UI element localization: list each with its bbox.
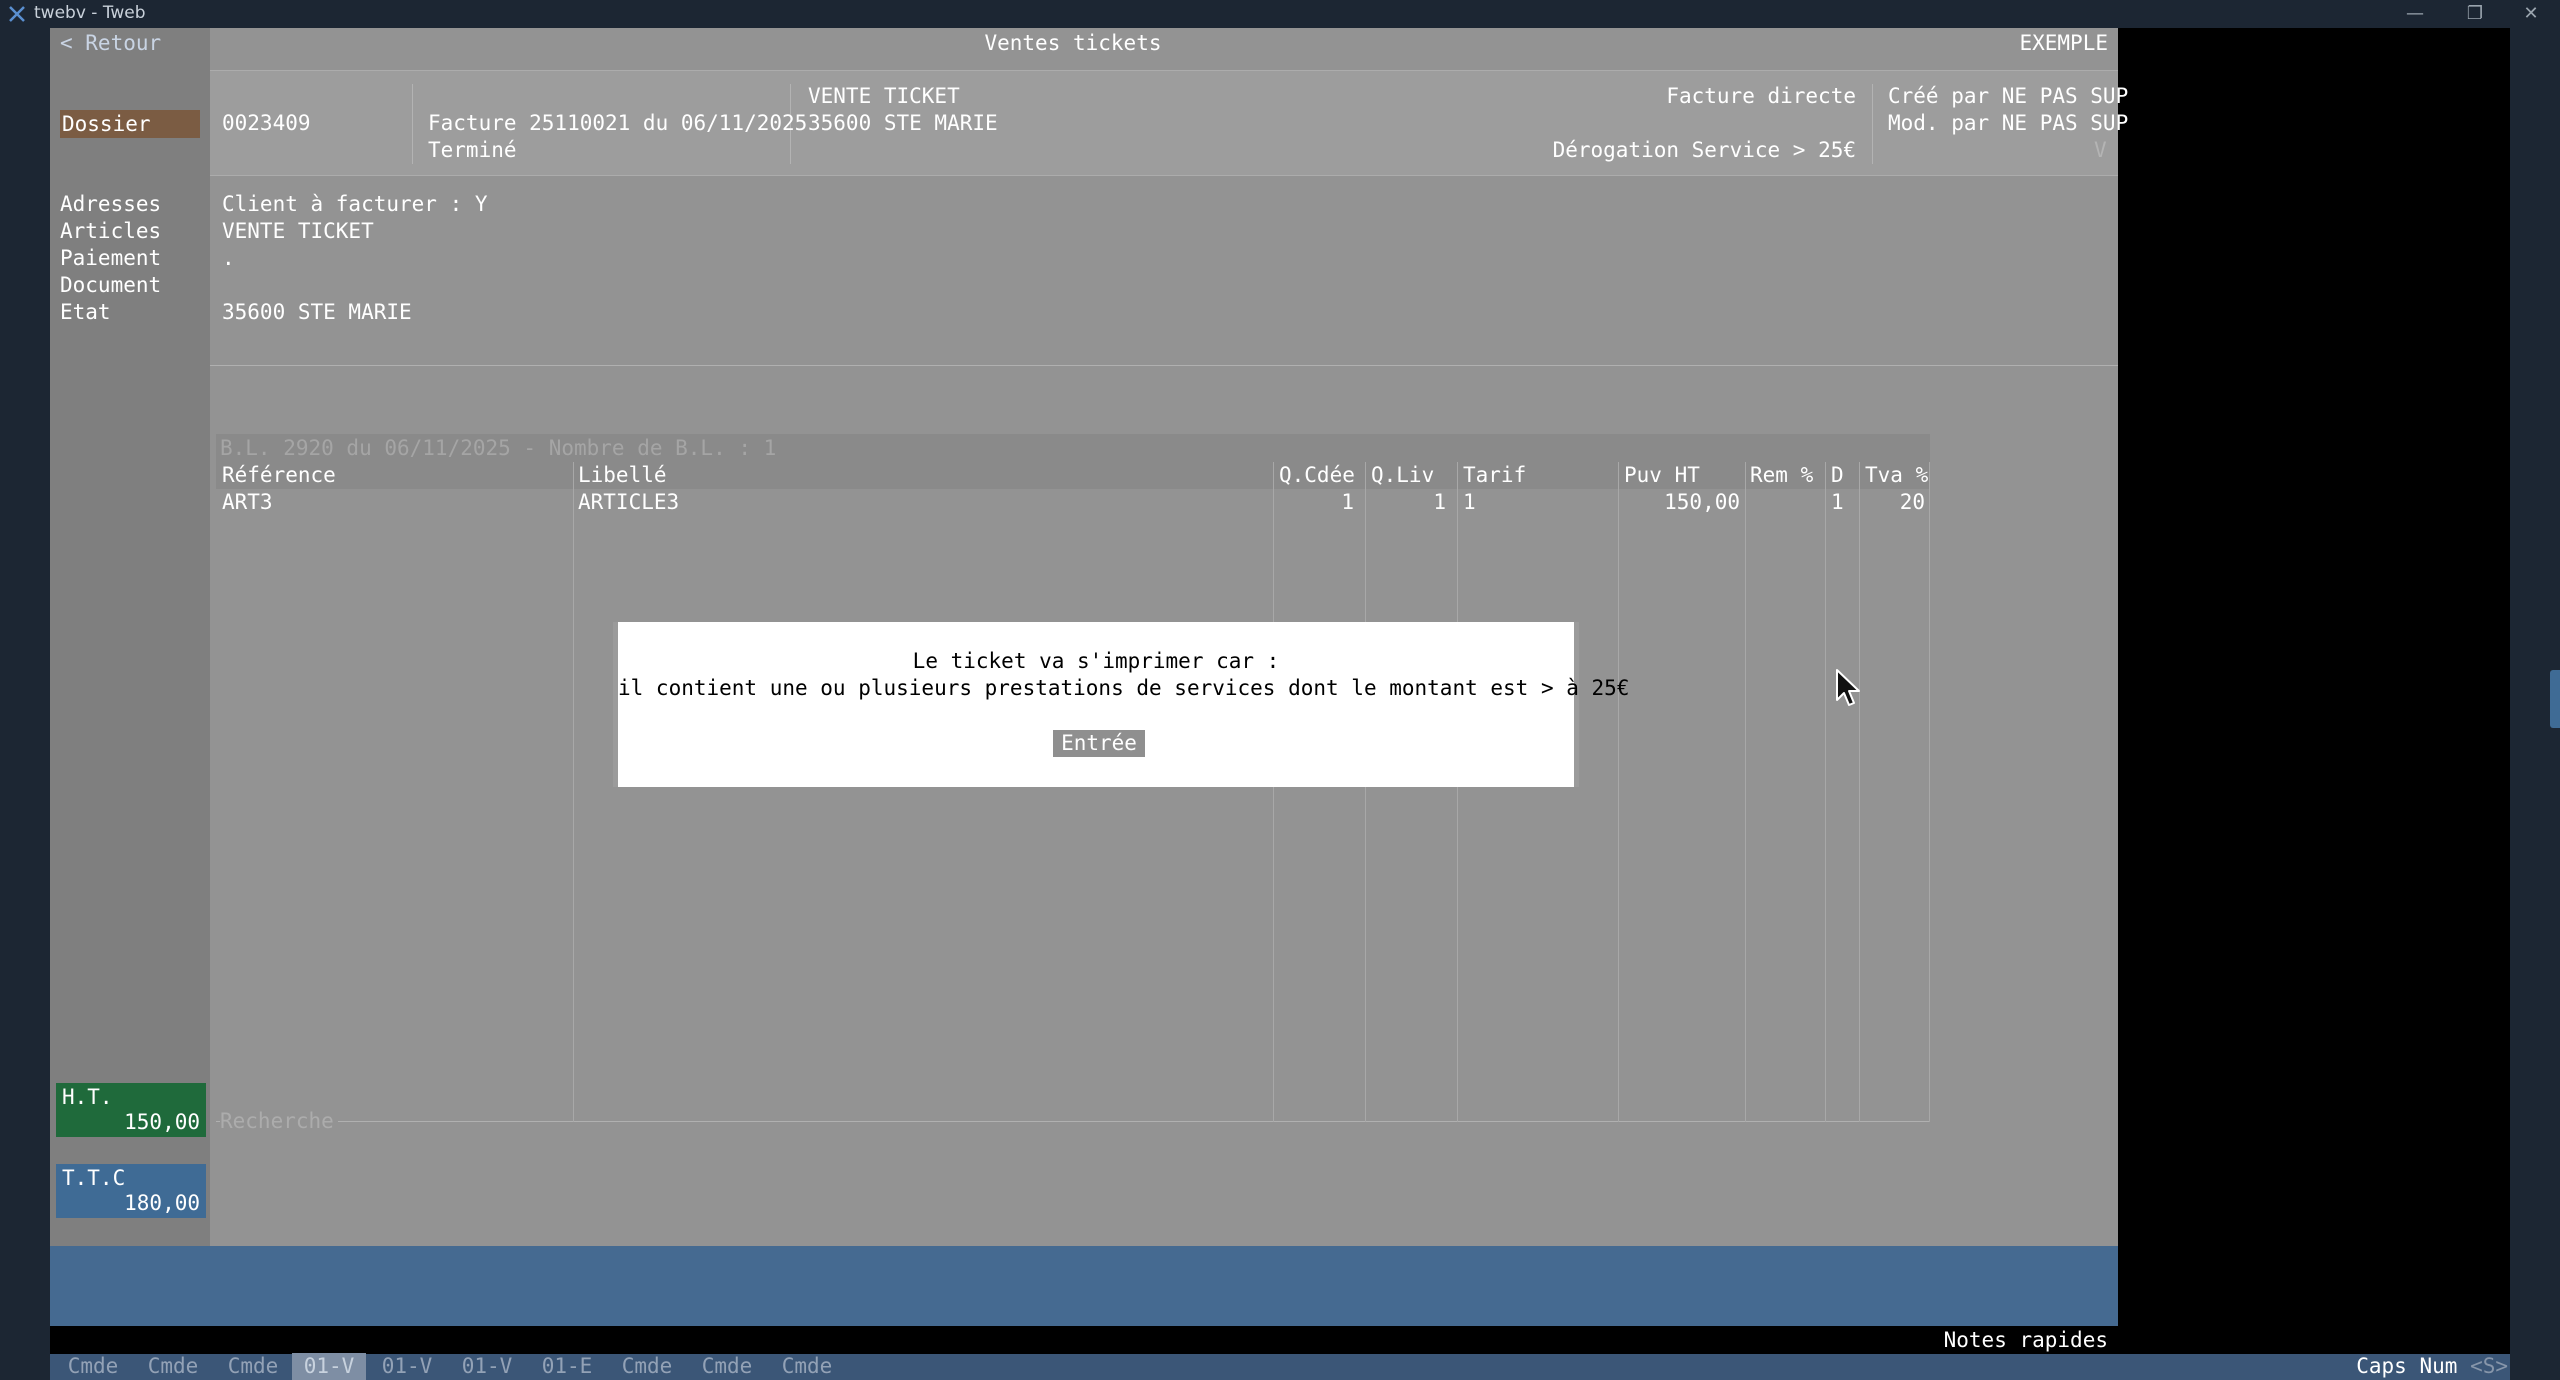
- client-city: 35600 STE MARIE: [808, 111, 998, 135]
- mouse-cursor-icon: [1836, 669, 1860, 706]
- cell-qcdee: 1: [1341, 490, 1354, 514]
- cell-puvht: 150,00: [1664, 490, 1740, 514]
- dossier-status: Terminé: [428, 138, 517, 162]
- page-title: Ventes tickets: [984, 31, 1162, 55]
- cell-tarif: 1: [1463, 490, 1476, 514]
- info-paiement-value: .: [222, 246, 235, 270]
- column-header-qliv[interactable]: Q.Liv: [1371, 462, 1434, 489]
- command-tab[interactable]: Cmde: [770, 1353, 844, 1380]
- cell-rem: [1747, 489, 1821, 516]
- total-ht-value: 150,00: [124, 1110, 200, 1134]
- column-header-puvht[interactable]: Puv HT: [1624, 462, 1700, 489]
- notes-rapides-button[interactable]: Notes rapides: [1930, 1326, 2108, 1354]
- dossier-number: 0023409: [222, 111, 311, 135]
- minimize-button[interactable]: —: [2390, 0, 2440, 28]
- column-divider: [1825, 462, 1826, 1122]
- command-tab[interactable]: Cmde: [216, 1353, 290, 1380]
- nav-etat[interactable]: Etat: [60, 299, 111, 326]
- command-tab[interactable]: Cmde: [610, 1353, 684, 1380]
- column-divider: [1929, 462, 1930, 1122]
- column-divider: [1618, 462, 1619, 1122]
- column-divider: [1365, 462, 1366, 1122]
- command-tab[interactable]: Cmde: [136, 1353, 210, 1380]
- column-header-tva[interactable]: Tva %: [1865, 462, 1928, 489]
- cell-qliv: 1: [1433, 490, 1446, 514]
- close-button[interactable]: ✕: [2506, 0, 2556, 28]
- section-divider: [210, 365, 2118, 366]
- derogation-label: Dérogation Service > 25€: [1552, 138, 1856, 162]
- column-divider: [573, 462, 574, 1122]
- created-by: Créé par NE PAS SUP: [1888, 84, 2129, 108]
- modified-by: Mod. par NE PAS SUP: [1888, 111, 2129, 135]
- window-title: twebv - Tweb: [34, 3, 146, 23]
- search-input[interactable]: Recherche: [220, 1108, 338, 1135]
- maximize-button[interactable]: ❐: [2450, 0, 2500, 28]
- shift-indicator: <S>: [2470, 1354, 2508, 1378]
- column-divider: [1273, 462, 1274, 1122]
- command-tab-active[interactable]: 01-V: [292, 1353, 366, 1380]
- nav-paiement[interactable]: Paiement: [60, 245, 161, 272]
- total-ht-label: H.T.: [62, 1085, 113, 1109]
- column-header-rem[interactable]: Rem %: [1750, 462, 1813, 489]
- app-icon: [9, 6, 25, 22]
- delivery-note-caption: B.L. 2920 du 06/11/2025 - Nombre de B.L.…: [216, 434, 1930, 462]
- window-titlebar: twebv - Tweb — ❐ ✕: [0, 0, 2560, 28]
- column-divider: [1457, 462, 1458, 1122]
- nav-document[interactable]: Document: [60, 272, 161, 299]
- corner-mark: V: [2094, 138, 2107, 162]
- side-scroll-handle[interactable]: [2550, 670, 2560, 728]
- dossier-tab[interactable]: Dossier: [60, 110, 200, 138]
- info-etat-value: 35600 STE MARIE: [222, 300, 412, 324]
- message-band: [50, 1246, 2118, 1326]
- cell-tva: 20: [1899, 490, 1925, 514]
- dialog-message-line1: Le ticket va s'imprimer car :: [912, 649, 1280, 673]
- column-header-reference[interactable]: Référence: [222, 462, 336, 489]
- table-row[interactable]: ART3 ARTICLE3 1 1 1 150,00 1 20: [216, 489, 1930, 516]
- invoice-reference: Facture 25110021 du 06/11/2025: [428, 111, 808, 135]
- cell-reference: ART3: [222, 490, 273, 514]
- caps-num-indicator: Caps Num: [2356, 1354, 2458, 1378]
- print-alert-dialog: Le ticket va s'imprimer car : il contien…: [613, 622, 1630, 787]
- column-header-libelle[interactable]: Libellé: [578, 462, 667, 489]
- keyboard-status: Caps Num <S>: [2356, 1353, 2508, 1380]
- column-divider: [1859, 462, 1860, 1122]
- command-tab[interactable]: Cmde: [56, 1353, 130, 1380]
- invoice-type: Facture directe: [1666, 84, 1856, 108]
- entree-button[interactable]: Entrée: [1053, 730, 1145, 757]
- info-adresses-value: Client à facturer : Y: [222, 192, 488, 216]
- total-ttc-label: T.T.C: [62, 1166, 126, 1190]
- column-divider: [1745, 462, 1746, 1122]
- cell-d: 1: [1831, 490, 1844, 514]
- nav-articles[interactable]: Articles: [60, 218, 161, 245]
- table-body: [216, 489, 1930, 1122]
- back-link[interactable]: < Retour: [60, 30, 161, 57]
- command-tab[interactable]: 01-V: [370, 1353, 444, 1380]
- command-tab[interactable]: Cmde: [690, 1353, 764, 1380]
- column-header-d[interactable]: D: [1831, 462, 1844, 489]
- dialog-message-line2: il contient une ou plusieurs prestations…: [618, 676, 1630, 700]
- column-header-qcdee[interactable]: Q.Cdée: [1279, 462, 1355, 489]
- client-name: VENTE TICKET: [808, 84, 960, 108]
- total-ttc-value: 180,00: [124, 1191, 200, 1215]
- command-tab[interactable]: 01-V: [450, 1353, 524, 1380]
- cell-libelle: ARTICLE3: [578, 490, 680, 514]
- nav-adresses[interactable]: Adresses: [60, 191, 161, 218]
- header-divider: [412, 84, 413, 164]
- column-header-tarif[interactable]: Tarif: [1463, 462, 1526, 489]
- mode-label: EXEMPLE: [2019, 31, 2108, 55]
- header-divider: [1872, 84, 1873, 164]
- command-tab[interactable]: 01-E: [530, 1353, 604, 1380]
- info-articles-value: VENTE TICKET: [222, 219, 374, 243]
- total-ttc-box: T.T.C 180,00: [56, 1164, 206, 1218]
- total-ht-box: H.T. 150,00: [56, 1083, 206, 1137]
